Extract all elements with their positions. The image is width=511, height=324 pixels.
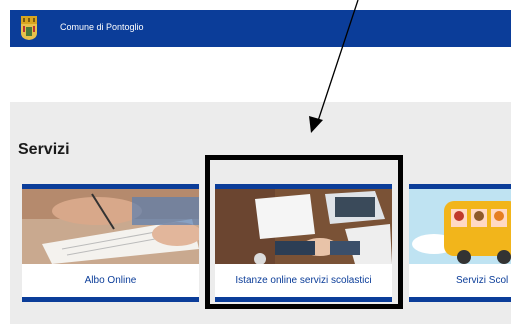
annotation-arrow-icon: [309, 0, 359, 133]
